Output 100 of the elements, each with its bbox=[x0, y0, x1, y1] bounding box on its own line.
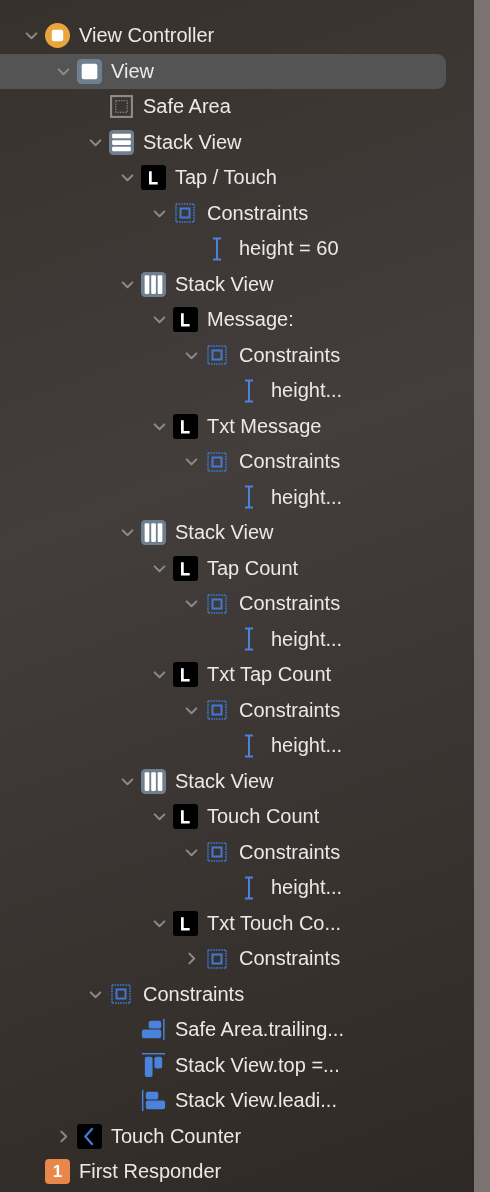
outline-row[interactable]: Message: bbox=[0, 302, 446, 338]
label-icon bbox=[173, 307, 198, 333]
label-icon bbox=[173, 804, 198, 830]
outline-row[interactable]: Constraints bbox=[0, 195, 446, 231]
horizontal-stack-icon bbox=[141, 271, 166, 297]
disclosure-chevron-icon[interactable] bbox=[57, 1129, 70, 1143]
leading-constraint-icon bbox=[141, 1088, 166, 1114]
outline-item-label: Constraints bbox=[143, 982, 245, 1006]
outline-item-label: Txt Touch Co... bbox=[207, 911, 342, 935]
constraints-icon bbox=[207, 593, 227, 614]
constraints-icon bbox=[207, 948, 227, 969]
outline-row[interactable]: Safe Area bbox=[0, 89, 446, 125]
label-icon bbox=[173, 555, 198, 581]
outline-item-label: Constraints bbox=[239, 947, 341, 971]
outline-row[interactable]: Tap / Touch bbox=[0, 160, 446, 196]
label-icon bbox=[173, 662, 198, 688]
outline-row[interactable]: height... bbox=[0, 479, 446, 515]
height-constraint-icon bbox=[243, 875, 255, 900]
outline-row[interactable]: Stack View.top =... bbox=[0, 1047, 446, 1083]
outline-item-label: Touch Counter bbox=[111, 1124, 242, 1148]
outline-row[interactable]: Touch Counter bbox=[0, 1118, 446, 1154]
outline-row[interactable]: Stack View bbox=[0, 124, 446, 160]
outline-row[interactable]: height = 60 bbox=[0, 231, 446, 267]
outline-row[interactable]: Tap Count bbox=[0, 550, 446, 586]
outline-item-label: Constraints bbox=[207, 201, 309, 225]
constraints-icon bbox=[207, 451, 227, 472]
outline-row[interactable]: Constraints bbox=[0, 337, 446, 373]
outline-row[interactable]: Safe Area.trailing... bbox=[0, 1012, 446, 1048]
outline-item-label: height = 60 bbox=[239, 237, 339, 261]
label-icon bbox=[173, 910, 198, 936]
outline-row[interactable]: Txt Message bbox=[0, 408, 446, 444]
outline-item-label: First Responder bbox=[79, 1160, 222, 1184]
label-icon bbox=[173, 413, 198, 439]
horizontal-stack-icon bbox=[141, 520, 166, 546]
outline-row[interactable]: Stack View.leadi... bbox=[0, 1083, 446, 1119]
responder-badge: 1 bbox=[45, 1159, 70, 1185]
outline-row[interactable]: Stack View bbox=[0, 266, 446, 302]
outline-row[interactable]: Stack View bbox=[0, 515, 446, 551]
outline-item-label: height... bbox=[271, 876, 343, 900]
back-chevron-icon bbox=[77, 1123, 102, 1149]
height-constraint-icon bbox=[243, 733, 255, 758]
outline-item-label: Constraints bbox=[239, 592, 341, 616]
constraints-icon bbox=[207, 700, 227, 721]
constraints-icon bbox=[207, 345, 227, 366]
top-constraint-icon bbox=[141, 1052, 166, 1078]
outline-item-label: Stack View bbox=[175, 272, 274, 296]
outline-item-label: Constraints bbox=[239, 840, 341, 864]
outline-row[interactable]: height... bbox=[0, 621, 446, 657]
outline-item-label: Stack View.top =... bbox=[175, 1053, 340, 1077]
outline-item-label: View Controller bbox=[79, 24, 215, 48]
height-constraint-icon bbox=[243, 485, 255, 510]
outline-row[interactable]: Txt Tap Count bbox=[0, 657, 446, 693]
outline-item-label: Stack View.leadi... bbox=[175, 1089, 337, 1113]
outline-item-label: Message: bbox=[207, 308, 294, 332]
outline-item-label: Touch Count bbox=[207, 805, 320, 829]
outline-row[interactable]: Stack View bbox=[0, 763, 446, 799]
view-icon bbox=[77, 58, 102, 84]
outline-item-label: Constraints bbox=[239, 698, 341, 722]
trailing-constraint-icon bbox=[141, 1017, 166, 1043]
outline-row[interactable]: height... bbox=[0, 728, 446, 764]
constraints-icon bbox=[111, 984, 131, 1005]
outline-row[interactable]: Constraints bbox=[0, 834, 446, 870]
outline-item-label: Tap Count bbox=[207, 556, 299, 580]
outline-item-label: height... bbox=[271, 379, 343, 403]
height-constraint-icon bbox=[243, 378, 255, 403]
outline-row[interactable]: Constraints bbox=[0, 976, 446, 1012]
outline-row[interactable]: View bbox=[0, 53, 446, 89]
outline-item-label: Stack View bbox=[175, 769, 274, 793]
outline-row[interactable]: height... bbox=[0, 373, 446, 409]
outline-item-label: Constraints bbox=[239, 450, 341, 474]
outline-row[interactable]: 1 First Responder bbox=[0, 1154, 446, 1190]
height-constraint-icon bbox=[211, 236, 223, 261]
outline-row[interactable]: Constraints bbox=[0, 692, 446, 728]
outline-item-label: height... bbox=[271, 734, 343, 758]
view-controller-icon bbox=[45, 23, 70, 49]
height-constraint-icon bbox=[243, 627, 255, 652]
outline-row[interactable]: Constraints bbox=[0, 586, 446, 622]
outline-item-label: Tap / Touch bbox=[175, 166, 277, 190]
outline-row[interactable]: Txt Touch Co... bbox=[0, 905, 446, 941]
outline-item-label: height... bbox=[271, 627, 343, 651]
label-icon bbox=[141, 165, 166, 191]
outline-row[interactable]: View Controller bbox=[0, 18, 446, 54]
outline-item-label: Stack View bbox=[143, 130, 242, 154]
outline-row[interactable]: Touch Count bbox=[0, 799, 446, 835]
outline-item-label: Safe Area.trailing... bbox=[175, 1018, 344, 1042]
outline-row[interactable]: Constraints bbox=[0, 941, 446, 977]
outline-item-label: Txt Tap Count bbox=[207, 663, 332, 687]
outline-row[interactable]: Constraints bbox=[0, 444, 446, 480]
outline-item-label: Txt Message bbox=[207, 414, 322, 438]
safe-area-icon bbox=[109, 94, 134, 120]
disclosure-chevron-icon[interactable] bbox=[185, 952, 198, 966]
outline-item-label: height... bbox=[271, 485, 343, 509]
outline-item-label: Safe Area bbox=[143, 95, 231, 119]
outline-item-label: Stack View bbox=[175, 521, 274, 545]
outline-item-label: Constraints bbox=[239, 343, 341, 367]
vertical-stack-icon bbox=[109, 129, 134, 155]
horizontal-stack-icon bbox=[141, 768, 166, 794]
constraints-icon bbox=[175, 203, 195, 224]
outline-row[interactable]: height... bbox=[0, 870, 446, 906]
outline-item-label: View bbox=[111, 59, 154, 83]
